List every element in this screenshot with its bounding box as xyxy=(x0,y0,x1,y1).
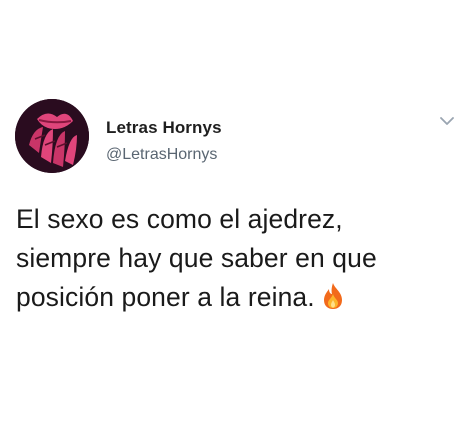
fire-icon xyxy=(321,282,345,310)
avatar[interactable] xyxy=(15,99,89,173)
tweet-text-line: siempre hay que saber en que xyxy=(16,243,377,273)
display-name[interactable]: Letras Hornys xyxy=(106,118,222,138)
chevron-down-icon[interactable] xyxy=(440,116,454,126)
tweet-text-line: El sexo es como el ajedrez, xyxy=(16,204,343,234)
tweet-text: El sexo es como el ajedrez, siempre hay … xyxy=(16,200,456,317)
user-handle[interactable]: @LetrasHornys xyxy=(106,146,217,164)
tweet-text-line-last: posición poner a la reina. xyxy=(16,278,456,317)
tweet-text-line: posición poner a la reina. xyxy=(16,282,315,312)
tweet-card: Letras Hornys @LetrasHornys El sexo es c… xyxy=(0,0,474,424)
